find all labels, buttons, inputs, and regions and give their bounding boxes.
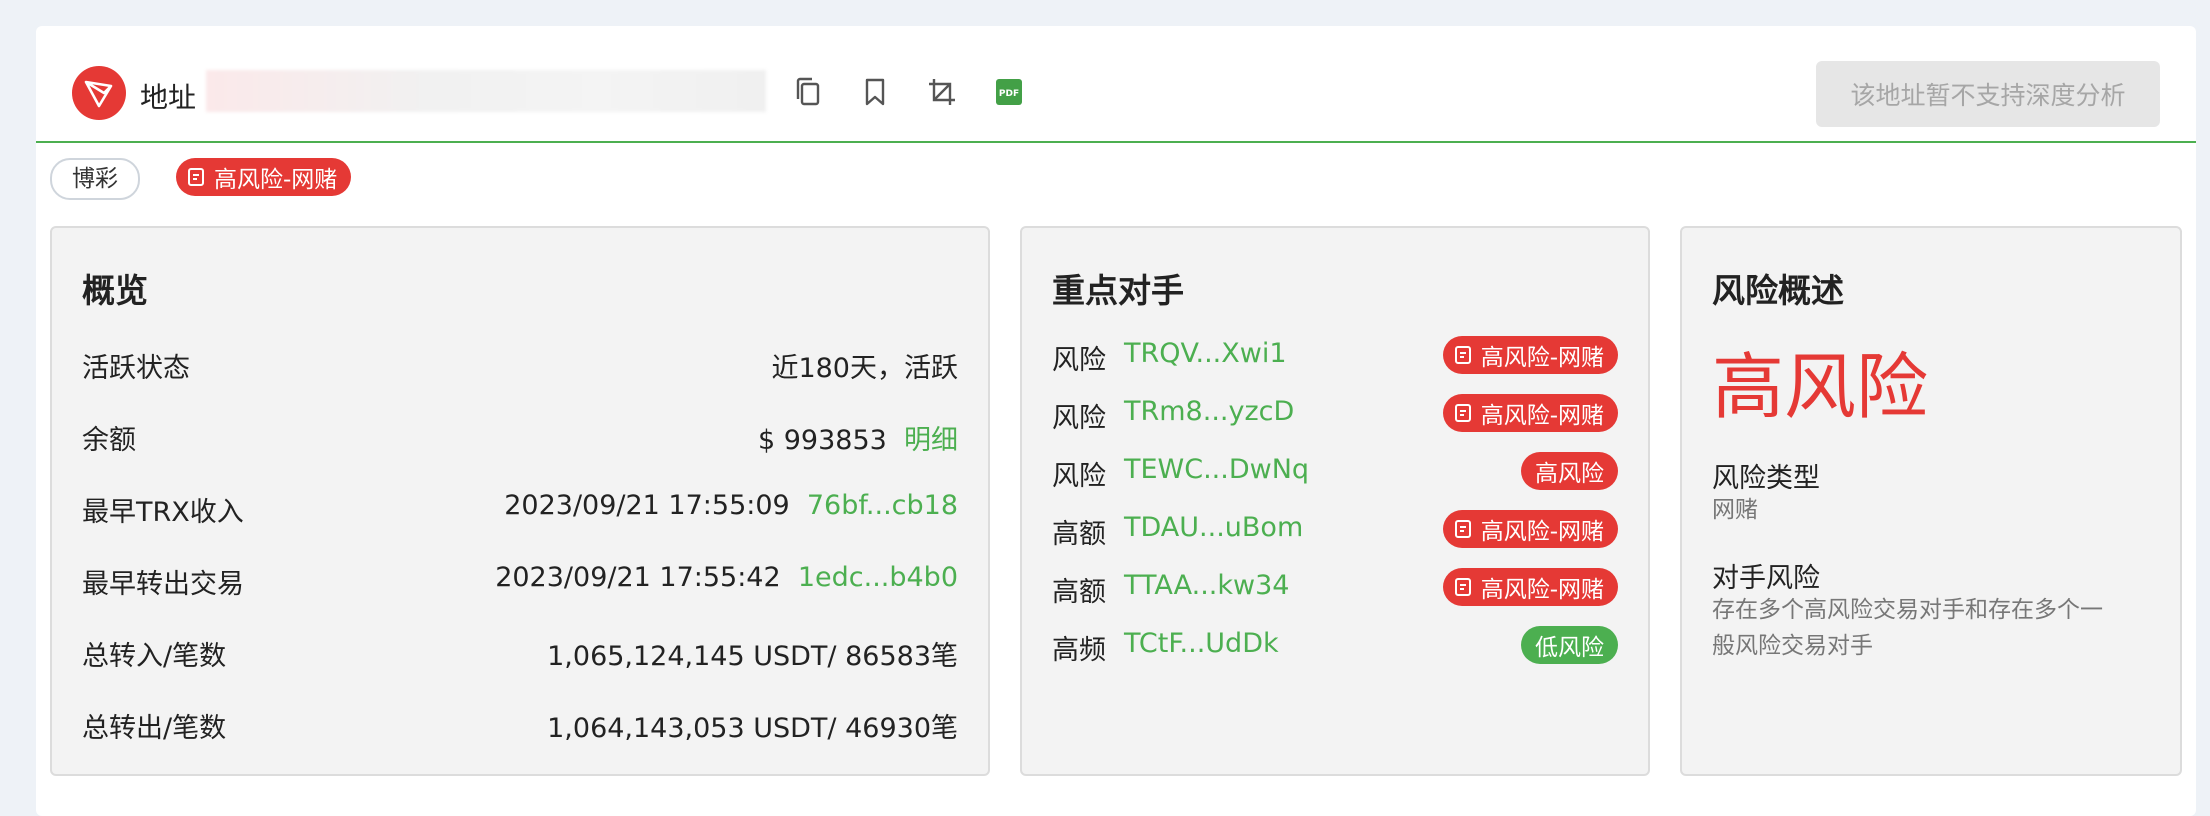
- risk-level: 高风险: [1712, 345, 1929, 429]
- balance-detail-link[interactable]: 明细: [904, 425, 958, 456]
- row-label: 总转入/笔数: [82, 641, 227, 672]
- counterparty-risk-label: 对手风险: [1712, 563, 1820, 594]
- counterparty-address-link[interactable]: TRQV...Xwi1: [1124, 338, 1287, 369]
- counterparty-risk-badge: 高风险-网赌: [1442, 336, 1618, 374]
- row-label: 余额: [82, 425, 136, 456]
- copy-icon[interactable]: [790, 74, 826, 110]
- counterparty-risk-badge: 高风险-网赌: [1442, 510, 1618, 548]
- first-trx-tx-link[interactable]: 76bf...cb18: [807, 490, 958, 521]
- counterparty-risk-value-line2: 般风险交易对手: [1712, 633, 1873, 659]
- counterparty-risk-value-line1: 存在多个高风险交易对手和存在多个一: [1712, 597, 2103, 623]
- counterparty-category: 风险: [1052, 403, 1106, 434]
- overview-row-first-out: 最早转出交易 2023/09/21 17:55:42 1edc...b4b0: [82, 562, 958, 602]
- address-value-blurred: [206, 70, 766, 112]
- counterparty-row: 风险 TRQV...Xwi1 高风险-网赌: [1052, 336, 1618, 376]
- gamble-icon: [1453, 518, 1475, 540]
- counterparty-row: 高额 TTAA...kw34 高风险-网赌: [1052, 568, 1618, 608]
- row-value: 2023/09/21 17:55:09 76bf...cb18: [504, 490, 958, 521]
- counterparties-title: 重点对手: [1052, 271, 1184, 310]
- gamble-icon: [186, 166, 208, 188]
- risk-summary-title: 风险概述: [1712, 271, 1844, 310]
- overview-row-first-trx: 最早TRX收入 2023/09/21 17:55:09 76bf...cb18: [82, 490, 958, 530]
- counterparty-category: 风险: [1052, 345, 1106, 376]
- row-value: 1,064,143,053 USDT/ 46930笔: [547, 713, 958, 744]
- address-header: 地址 PDF 该地址暂不支持深度分析: [36, 26, 2196, 143]
- overview-panel: 概览 活跃状态 近180天，活跃 余额 $ 993853 明细 最早TRX收入 …: [50, 226, 990, 776]
- risk-tag-label: 高风险-网赌: [214, 167, 338, 193]
- counterparty-category: 高频: [1052, 635, 1106, 666]
- risk-type-label: 风险类型: [1712, 463, 1820, 494]
- risk-tag: 高风险-网赌: [176, 158, 352, 196]
- risk-summary-panel: 风险概述 高风险 风险类型 网赌 对手风险 存在多个高风险交易对手和存在多个一 …: [1680, 226, 2182, 776]
- counterparties-panel: 重点对手 风险 TRQV...Xwi1 高风险-网赌 风险 TRm8...yzc…: [1020, 226, 1650, 776]
- overview-row-total-out: 总转出/笔数 1,064,143,053 USDT/ 46930笔: [82, 706, 958, 746]
- overview-row-total-in: 总转入/笔数 1,065,124,145 USDT/ 86583笔: [82, 634, 958, 674]
- counterparty-row: 风险 TRm8...yzcD 高风险-网赌: [1052, 394, 1618, 434]
- counterparty-category: 风险: [1052, 461, 1106, 492]
- row-label: 总转出/笔数: [82, 713, 227, 744]
- row-value: 近180天，活跃: [771, 353, 958, 384]
- counterparty-risk-badge: 高风险: [1521, 452, 1618, 490]
- risk-type-value: 网赌: [1712, 497, 1758, 523]
- row-value: 2023/09/21 17:55:42 1edc...b4b0: [495, 562, 958, 593]
- counterparty-address-link[interactable]: TRm8...yzcD: [1124, 396, 1294, 427]
- crop-icon[interactable]: [924, 74, 960, 110]
- row-label: 最早TRX收入: [82, 497, 244, 528]
- counterparty-address-link[interactable]: TDAU...uBom: [1124, 512, 1303, 543]
- address-report-card: 地址 PDF 该地址暂不支持深度分析 博彩 高风险-网赌 概览 活跃状态 近18…: [36, 26, 2196, 816]
- tron-logo-icon: [72, 66, 126, 120]
- counterparty-row: 高频 TCtF...UdDk 低风险: [1052, 626, 1618, 666]
- row-value: $ 993853 明细: [757, 425, 958, 456]
- counterparty-address-link[interactable]: TEWC...DwNq: [1124, 454, 1309, 485]
- gamble-icon: [1453, 576, 1475, 598]
- counterparty-row: 风险 TEWC...DwNq 高风险: [1052, 452, 1618, 492]
- overview-row-balance: 余额 $ 993853 明细: [82, 418, 958, 458]
- first-out-tx-link[interactable]: 1edc...b4b0: [798, 562, 958, 593]
- pdf-icon[interactable]: PDF: [991, 74, 1027, 110]
- overview-title: 概览: [82, 271, 148, 310]
- counterparty-row: 高额 TDAU...uBom 高风险-网赌: [1052, 510, 1618, 550]
- row-label: 最早转出交易: [82, 569, 244, 600]
- counterparty-category: 高额: [1052, 577, 1106, 608]
- row-label: 活跃状态: [82, 353, 190, 384]
- counterparty-risk-badge: 高风险-网赌: [1442, 568, 1618, 606]
- address-label: 地址: [140, 81, 197, 114]
- gamble-icon: [1453, 402, 1475, 424]
- counterparty-category: 高额: [1052, 519, 1106, 550]
- row-value: 1,065,124,145 USDT/ 86583笔: [547, 641, 958, 672]
- pdf-icon-label: PDF: [999, 89, 1019, 99]
- counterparty-address-link[interactable]: TTAA...kw34: [1124, 570, 1289, 601]
- counterparty-address-link[interactable]: TCtF...UdDk: [1124, 628, 1279, 659]
- overview-row-active: 活跃状态 近180天，活跃: [82, 346, 958, 386]
- bookmark-icon[interactable]: [857, 74, 893, 110]
- category-tag: 博彩: [50, 158, 140, 200]
- counterparty-risk-badge: 低风险: [1521, 626, 1618, 664]
- counterparty-risk-badge: 高风险-网赌: [1442, 394, 1618, 432]
- gamble-icon: [1453, 344, 1475, 366]
- deep-analysis-button[interactable]: 该地址暂不支持深度分析: [1816, 61, 2160, 127]
